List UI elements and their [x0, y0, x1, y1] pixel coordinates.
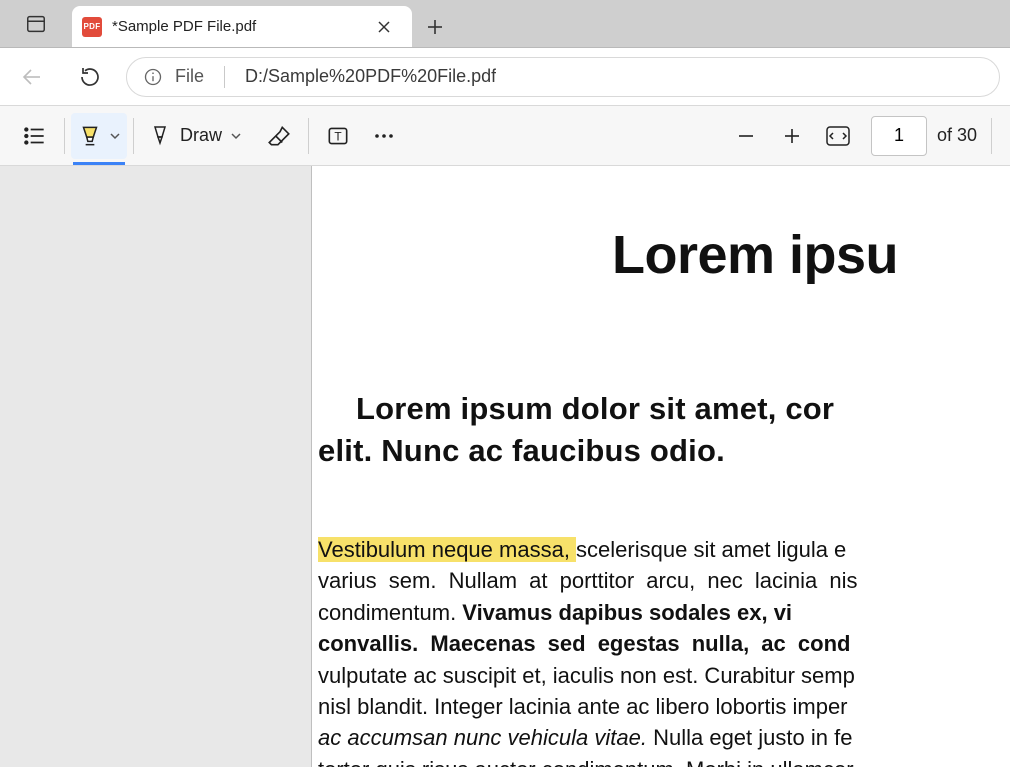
document-subtitle: Lorem ipsum dolor sit amet, cor elit. Nu… [318, 388, 1010, 472]
minus-icon [736, 126, 756, 146]
fit-page-button[interactable] [815, 113, 861, 159]
toolbar-separator [64, 118, 65, 154]
highlighter-icon [77, 123, 103, 149]
page-viewport[interactable]: Lorem ipsu Lorem ipsum dolor sit amet, c… [312, 166, 1010, 767]
close-icon [377, 20, 391, 34]
url-field[interactable]: File D:/Sample%20PDF%20File.pdf [126, 57, 1000, 97]
contents-button[interactable] [12, 113, 58, 159]
plus-icon [426, 18, 444, 36]
more-horizontal-icon [372, 124, 396, 148]
tab-close-button[interactable] [370, 13, 398, 41]
arrow-left-icon [20, 65, 44, 89]
draw-button[interactable]: Draw [140, 124, 250, 148]
windows-panel-icon [25, 13, 47, 35]
fit-width-icon [825, 125, 851, 147]
new-tab-button[interactable] [412, 6, 458, 47]
erase-button[interactable] [256, 113, 302, 159]
toolbar-separator [133, 118, 134, 154]
eraser-icon [266, 123, 292, 149]
text-box-icon: T [325, 123, 351, 149]
page-number-input[interactable] [871, 116, 927, 156]
back-button[interactable] [10, 55, 54, 99]
info-icon [143, 67, 163, 87]
zoom-in-button[interactable] [769, 113, 815, 159]
refresh-button[interactable] [68, 55, 112, 99]
scheme-label: File [175, 66, 204, 87]
plus-icon [782, 126, 802, 146]
chevron-down-icon [230, 130, 242, 142]
highlighted-text: Vestibulum neque massa, [318, 537, 576, 562]
more-button[interactable] [361, 113, 407, 159]
highlight-button[interactable] [71, 113, 127, 159]
document-paragraph: Vestibulum neque massa, scelerisque sit … [318, 534, 1010, 767]
zoom-out-button[interactable] [723, 113, 769, 159]
read-aloud-button[interactable]: T [315, 113, 361, 159]
pen-icon [148, 124, 172, 148]
toolbar-separator [991, 118, 992, 154]
pdf-favicon: PDF [82, 17, 102, 37]
browser-tabstrip: PDF *Sample PDF File.pdf [0, 0, 1010, 48]
pdf-content-area: Lorem ipsu Lorem ipsum dolor sit amet, c… [0, 166, 1010, 767]
tab-title: *Sample PDF File.pdf [112, 18, 256, 35]
svg-text:T: T [334, 129, 341, 143]
toolbar-separator [308, 118, 309, 154]
pdf-page: Lorem ipsu Lorem ipsum dolor sit amet, c… [312, 166, 1010, 767]
chevron-down-icon [109, 130, 121, 142]
document-title: Lorem ipsu [612, 224, 1010, 286]
active-tab[interactable]: PDF *Sample PDF File.pdf [72, 6, 412, 47]
thumbnail-pane[interactable] [0, 166, 312, 767]
pdf-toolbar: Draw T [0, 106, 1010, 166]
tab-overview-button[interactable] [0, 0, 72, 47]
url-path: D:/Sample%20PDF%20File.pdf [245, 66, 496, 87]
page-total: of 30 [937, 125, 977, 146]
address-bar: File D:/Sample%20PDF%20File.pdf [0, 48, 1010, 106]
refresh-icon [78, 65, 102, 89]
address-separator [224, 66, 225, 88]
list-icon [22, 123, 48, 149]
draw-label: Draw [180, 125, 222, 146]
